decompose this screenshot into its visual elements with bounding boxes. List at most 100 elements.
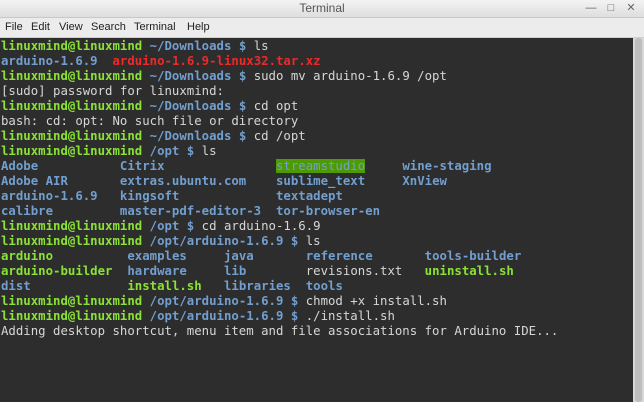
- terminal-text-segment: arduino: [1, 249, 54, 263]
- terminal-text-segment: Adobe AIR: [1, 174, 120, 188]
- terminal-text-segment: ls: [253, 39, 269, 53]
- terminal-text-segment: dist: [1, 279, 31, 293]
- terminal-text-segment: arduino-1.6.9-linux32.tar.xz: [112, 54, 321, 68]
- terminal-text-segment: kingsoft: [119, 189, 180, 203]
- terminal-text-segment: libraries: [223, 279, 291, 293]
- terminal-text-segment: revisions.txt: [305, 264, 403, 278]
- title-bar[interactable]: Terminal — □ ✕: [0, 0, 644, 18]
- terminal-window: Terminal — □ ✕ File Edit View Search Ter…: [0, 0, 644, 402]
- terminal-line: Adding desktop shortcut, menu item and f…: [1, 324, 558, 339]
- terminal-text-segment: uninstall.sh: [424, 264, 514, 278]
- terminal-text-segment: sudo mv arduino-1.6.9 /opt: [253, 69, 447, 83]
- terminal-text-segment: reference: [305, 249, 373, 263]
- terminal-text-segment: master-pdf-editor-3: [119, 204, 262, 218]
- terminal-text-segment: Adobe: [1, 159, 120, 173]
- terminal-line: dist install.sh libraries tools: [1, 279, 343, 294]
- terminal-text-segment: ~/Downloads $: [142, 39, 254, 53]
- terminal-line: Adobe AIR extras.ubuntu.com sublime_text…: [1, 174, 447, 189]
- terminal-text-segment: streamstudio: [275, 159, 366, 173]
- terminal-line: [sudo] password for linuxmind:: [1, 84, 224, 99]
- terminal-text-segment: lib: [223, 264, 247, 278]
- terminal-text-segment: linuxmind@linuxmind: [1, 99, 143, 113]
- terminal-text-segment: ~/Downloads $: [142, 129, 254, 143]
- terminal-line: linuxmind@linuxmind ~/Downloads $ sudo m…: [1, 69, 447, 84]
- terminal-text-segment: java: [223, 249, 254, 263]
- terminal-text-segment: examples: [127, 249, 187, 263]
- terminal-output[interactable]: linuxmind@linuxmind ~/Downloads $ ls ardu…: [0, 38, 633, 402]
- menu-terminal[interactable]: Terminal: [134, 20, 176, 35]
- menu-view[interactable]: View: [59, 20, 83, 35]
- menu-file[interactable]: File: [5, 20, 23, 35]
- terminal-text-segment: calibre: [1, 204, 120, 218]
- vertical-scrollbar[interactable]: [633, 38, 644, 402]
- terminal-text-segment: arduino-1.6.9: [1, 54, 98, 68]
- terminal-line: linuxmind@linuxmind ~/Downloads $ cd /op…: [1, 129, 306, 144]
- terminal-line: linuxmind@linuxmind ~/Downloads $ cd opt: [1, 99, 298, 114]
- terminal-text-segment: ~/Downloads $: [142, 99, 254, 113]
- terminal-text-segment: Adding desktop shortcut, menu item and f…: [1, 324, 559, 338]
- menu-edit[interactable]: Edit: [31, 20, 50, 35]
- terminal-text-segment: XnView: [402, 174, 447, 188]
- terminal-text-segment: install.sh: [127, 279, 202, 293]
- terminal-text-segment: ~/Downloads $: [142, 69, 254, 83]
- terminal-text-segment: linuxmind@linuxmind: [1, 309, 143, 323]
- terminal-line: linuxmind@linuxmind /opt $ ls: [1, 144, 217, 159]
- terminal-text-segment: arduino-builder: [1, 264, 113, 278]
- terminal-text-segment: linuxmind@linuxmind: [1, 69, 143, 83]
- terminal-text-segment: cd /opt: [253, 129, 306, 143]
- terminal-text-segment: wine-staging: [402, 159, 492, 173]
- terminal-text-segment: tools-builder: [424, 249, 522, 263]
- terminal-text-segment: ls: [201, 144, 217, 158]
- terminal-line: calibre master-pdf-editor-3 tor-browser-…: [1, 204, 380, 219]
- terminal-text-segment: cd arduino-1.6.9: [201, 219, 321, 233]
- terminal-text-segment: /opt $: [142, 144, 202, 158]
- terminal-line: linuxmind@linuxmind /opt/arduino-1.6.9 $…: [1, 234, 321, 249]
- terminal-line: linuxmind@linuxmind /opt/arduino-1.6.9 $…: [1, 309, 395, 324]
- terminal-text-segment: extras.ubuntu.com: [119, 174, 247, 188]
- terminal-text-segment: linuxmind@linuxmind: [1, 144, 143, 158]
- terminal-text-segment: Citrix: [119, 159, 165, 173]
- terminal-text-segment: tools: [305, 279, 343, 293]
- terminal-text-segment: linuxmind@linuxmind: [1, 294, 143, 308]
- terminal-line: bash: cd: opt: No such file or directory: [1, 114, 298, 129]
- terminal-text-segment: /opt/arduino-1.6.9 $: [142, 234, 306, 248]
- terminal-text-segment: ./install.sh: [305, 309, 395, 323]
- terminal-line: linuxmind@linuxmind ~/Downloads $ ls: [1, 39, 269, 54]
- terminal-text-segment: linuxmind@linuxmind: [1, 219, 143, 233]
- terminal-text-segment: linuxmind@linuxmind: [1, 234, 143, 248]
- menu-bar: File Edit View Search Terminal Help: [0, 18, 644, 38]
- terminal-text-segment: arduino-1.6.9: [1, 189, 120, 203]
- terminal-text-segment: hardware: [127, 264, 187, 278]
- maximize-icon[interactable]: □: [604, 1, 618, 15]
- terminal-line: arduino examples java reference tools-bu…: [1, 249, 521, 264]
- terminal-line: Adobe Citrix streamstudio wine-staging: [1, 159, 492, 174]
- terminal-text-segment: bash: cd: opt: No such file or directory: [1, 114, 299, 128]
- menu-search[interactable]: Search: [91, 20, 126, 35]
- terminal-line: linuxmind@linuxmind /opt $ cd arduino-1.…: [1, 219, 321, 234]
- terminal-line: linuxmind@linuxmind /opt/arduino-1.6.9 $…: [1, 294, 447, 309]
- terminal-text-segment: [sudo] password for linuxmind:: [1, 84, 224, 98]
- terminal-text-segment: /opt/arduino-1.6.9 $: [142, 294, 306, 308]
- minimize-icon[interactable]: —: [584, 1, 598, 15]
- scrollbar-thumb[interactable]: [635, 38, 642, 402]
- close-icon[interactable]: ✕: [624, 1, 638, 15]
- terminal-text-segment: /opt/arduino-1.6.9 $: [142, 309, 306, 323]
- menu-help[interactable]: Help: [187, 20, 210, 35]
- terminal-line: arduino-1.6.9 arduino-1.6.9-linux32.tar.…: [1, 54, 321, 69]
